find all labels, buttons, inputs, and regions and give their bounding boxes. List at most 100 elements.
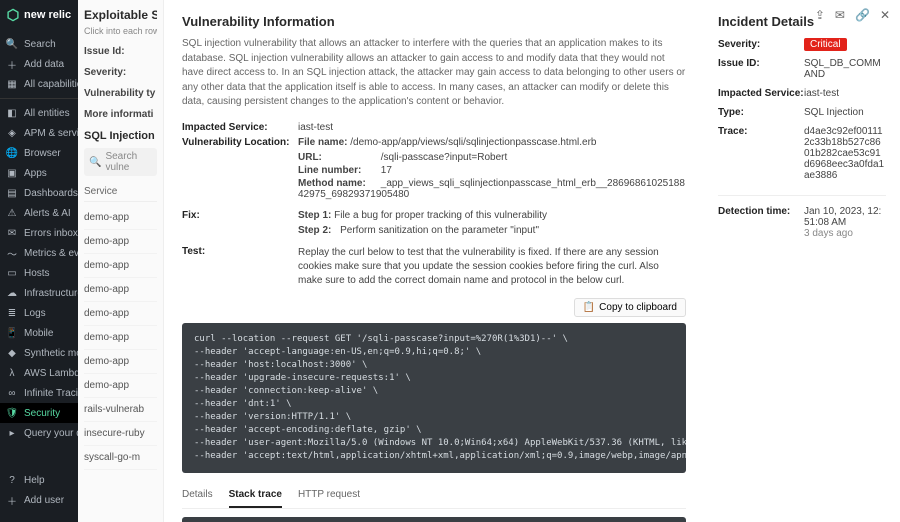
nav-label: Infrastructure — [24, 288, 78, 299]
nav-label: All entities — [24, 108, 70, 119]
search-icon: 🔍 — [89, 157, 101, 168]
nav-icon: ▣ — [6, 167, 18, 179]
service-row[interactable]: demo-app — [84, 374, 157, 398]
stack-trace-block[interactable]: /root/.rbenv/versions/2.6.0/lib/ruby/gem… — [182, 517, 686, 522]
nav-label: Apps — [24, 168, 47, 179]
service-row[interactable]: demo-app — [84, 302, 157, 326]
nav-label: Errors inbox — [24, 228, 78, 239]
nav-item-apm-services[interactable]: ◈APM & services — [0, 123, 78, 143]
nav-item-apps[interactable]: ▣ Apps — [0, 163, 78, 183]
step1-value: File a bug for proper tracking of this v… — [334, 210, 547, 221]
nav-label: Hosts — [24, 268, 50, 279]
nav-icon: ▭ — [6, 267, 18, 279]
side-type-value: SQL Injection — [804, 107, 886, 118]
service-row[interactable]: demo-app — [84, 230, 157, 254]
nav-item-errors-inbox[interactable]: ✉Errors inbox — [0, 223, 78, 243]
nav-bottom-add-user[interactable]: ＋Add user — [0, 490, 78, 510]
nav-item-all-entities[interactable]: ◧All entities — [0, 103, 78, 123]
step1-label: Step 1: — [298, 210, 331, 221]
nav-label: Help — [24, 475, 45, 486]
nav-item-mobile[interactable]: 📱 Mobile — [0, 323, 78, 343]
nav-icon: ∞ — [6, 387, 18, 399]
sidebar: new relic 🔍 Search ＋Add data▦All capabilit… — [0, 0, 78, 522]
nav-item-dashboards[interactable]: ▤Dashboards — [0, 183, 78, 203]
url-label: URL: — [298, 152, 378, 163]
nav-label: Mobile — [24, 328, 53, 339]
service-row[interactable]: demo-app — [84, 350, 157, 374]
vuln-type-label: Vulnerability ty — [84, 88, 155, 99]
url-value: /sqli-passcase?input=Robert — [381, 152, 507, 163]
nav-label: Search — [24, 39, 56, 50]
nav-icon: ▸ — [6, 427, 18, 439]
nav-bottom-help[interactable]: ? Help — [0, 470, 78, 490]
nav-item-search[interactable]: 🔍 Search — [0, 34, 78, 54]
nav-item-aws-lambda-se[interactable]: λAWS Lambda se — [0, 363, 78, 383]
side-type-label: Type: — [718, 107, 804, 118]
close-icon[interactable]: ✕ — [880, 8, 890, 22]
nav-label: AWS Lambda se — [24, 368, 78, 379]
test-label: Test: — [182, 246, 298, 288]
nav-label: APM & services — [24, 128, 78, 139]
nav-item-browser[interactable]: 🌐 Browser — [0, 143, 78, 163]
nav-label: Browser — [24, 148, 61, 159]
nav-label: Add user — [24, 495, 64, 506]
service-row[interactable]: demo-app — [84, 278, 157, 302]
test-description: Replay the curl below to test that the v… — [298, 246, 678, 288]
nav-icon: 📱 — [6, 327, 18, 339]
side-impacted-service-label: Impacted Service: — [718, 88, 804, 99]
nav-item-logs[interactable]: ≣Logs — [0, 303, 78, 323]
nav-icon: 🌐 — [6, 147, 18, 159]
nav-item-alerts-ai[interactable]: ⚠Alerts & AI — [0, 203, 78, 223]
vuln-description: SQL injection vulnerability that allows … — [182, 37, 686, 110]
nav-item-add-data[interactable]: ＋Add data — [0, 54, 78, 74]
curl-code-block[interactable]: curl --location --request GET '/sqli-pas… — [182, 323, 686, 473]
nav-icon: ◆ — [6, 347, 18, 359]
search-input[interactable]: 🔍 Search vulne — [84, 148, 157, 176]
service-row[interactable]: insecure-ruby — [84, 422, 157, 446]
side-detection-time-label: Detection time: — [718, 206, 804, 217]
impacted-service-value: iast-test — [298, 122, 686, 133]
service-row[interactable]: rails-vulnerab — [84, 398, 157, 422]
issue-id-label: Issue Id: — [84, 46, 125, 57]
mail-icon[interactable]: ✉ — [835, 8, 845, 22]
service-row[interactable]: demo-app — [84, 254, 157, 278]
detail-panel: ⇪ ✉ 🔗 ✕ Vulnerability Information SQL in… — [164, 0, 900, 522]
side-severity-label: Severity: — [718, 39, 804, 50]
nav-item-security[interactable]: 🛡Security — [0, 403, 78, 423]
nav-item-query-your-data[interactable]: ▸ Query your data — [0, 423, 78, 443]
list-subtitle: Click into each row — [84, 26, 157, 36]
tab-http-request[interactable]: HTTP request — [298, 483, 360, 508]
nav-item-hosts[interactable]: ▭ Hosts — [0, 263, 78, 283]
copy-button-label: Copy to clipboard — [599, 302, 677, 313]
service-column-header: Service — [84, 182, 157, 202]
tab-details[interactable]: Details — [182, 483, 213, 508]
service-row[interactable]: syscall-go-m — [84, 446, 157, 470]
nav-item-infinite-tracing-s[interactable]: ∞ Infinite Tracing s — [0, 383, 78, 403]
line-number-value: 17 — [381, 165, 392, 176]
nav-item-all-capabilities[interactable]: ▦All capabilities — [0, 74, 78, 94]
nav-label: Alerts & AI — [24, 208, 71, 219]
nav-item-infrastructure[interactable]: ☁ Infrastructure — [0, 283, 78, 303]
service-row[interactable]: demo-app — [84, 326, 157, 350]
nav-icon: ☁ — [6, 287, 18, 299]
nav-label: Security — [24, 408, 60, 419]
severity-label: Severity: — [84, 67, 126, 78]
nav-label: Infinite Tracing s — [24, 388, 78, 399]
nav-icon: 🔍 — [6, 38, 18, 50]
impacted-service-label: Impacted Service: — [182, 122, 298, 133]
service-row[interactable]: demo-app — [84, 206, 157, 230]
nav-icon: ▦ — [6, 78, 18, 90]
link-icon[interactable]: 🔗 — [855, 8, 870, 22]
nav-icon: ? — [6, 474, 18, 486]
share-icon[interactable]: ⇪ — [815, 8, 825, 22]
side-detection-time-relative: 3 days ago — [804, 228, 853, 239]
brand-logo[interactable]: new relic — [0, 0, 78, 30]
file-name-label: File name: — [298, 137, 347, 148]
brand-text: new relic — [24, 9, 71, 21]
nav-icon: ≣ — [6, 307, 18, 319]
copy-to-clipboard-button[interactable]: 📋Copy to clipboard — [574, 298, 686, 317]
nav-item-metrics-events[interactable]: 〜Metrics & events — [0, 243, 78, 263]
nav-label: Query your data — [24, 428, 78, 439]
nav-item-synthetic-monito[interactable]: ◆Synthetic monito — [0, 343, 78, 363]
tab-stack-trace[interactable]: Stack trace — [229, 483, 282, 508]
